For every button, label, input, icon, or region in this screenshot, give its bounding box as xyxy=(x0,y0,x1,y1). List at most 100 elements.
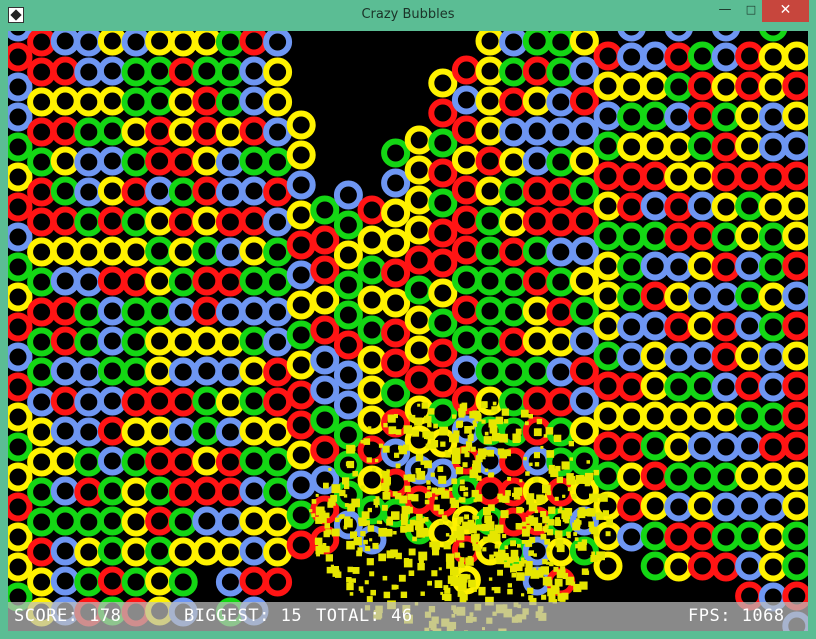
bubble-yellow[interactable] xyxy=(617,462,647,492)
bubble-blue[interactable] xyxy=(74,357,104,387)
bubble-yellow[interactable] xyxy=(664,552,694,582)
bubble-yellow[interactable] xyxy=(428,68,458,98)
bubble-red[interactable] xyxy=(192,296,222,326)
bubble-green[interactable] xyxy=(522,31,552,56)
bubble-green[interactable] xyxy=(711,522,741,552)
bubble-red[interactable] xyxy=(404,245,434,275)
bubble-yellow[interactable] xyxy=(782,491,808,521)
bubble-green[interactable] xyxy=(215,31,245,57)
bubble-green[interactable] xyxy=(569,296,599,326)
bubble-yellow[interactable] xyxy=(735,101,765,131)
bubble-yellow[interactable] xyxy=(50,446,80,476)
bubble-blue[interactable] xyxy=(74,387,104,417)
bubble-green[interactable] xyxy=(8,132,33,162)
bubble-yellow[interactable] xyxy=(97,176,127,206)
bubble-yellow[interactable] xyxy=(593,71,623,101)
bubble-green[interactable] xyxy=(640,101,670,131)
bubble-red[interactable] xyxy=(27,177,57,207)
bubble-red[interactable] xyxy=(263,177,293,207)
bubble-red[interactable] xyxy=(357,195,387,225)
bubble-green[interactable] xyxy=(121,327,151,357)
bubble-yellow[interactable] xyxy=(381,198,411,228)
bubble-blue[interactable] xyxy=(569,116,599,146)
bubble-yellow[interactable] xyxy=(522,326,552,356)
bubble-red[interactable] xyxy=(782,431,808,461)
bubble-blue[interactable] xyxy=(569,56,599,86)
bubble-blue[interactable] xyxy=(546,237,576,267)
bubble-blue[interactable] xyxy=(333,180,363,210)
bubble-green[interactable] xyxy=(145,56,175,86)
bubble-yellow[interactable] xyxy=(404,335,434,365)
bubble-green[interactable] xyxy=(381,138,411,168)
bubble-green[interactable] xyxy=(8,252,33,282)
bubble-blue[interactable] xyxy=(711,492,741,522)
bubble-blue[interactable] xyxy=(263,117,293,147)
bubble-green[interactable] xyxy=(239,326,269,356)
bubble-yellow[interactable] xyxy=(263,57,293,87)
bubble-blue[interactable] xyxy=(640,191,670,221)
bubble-red[interactable] xyxy=(286,380,316,410)
bubble-green[interactable] xyxy=(664,462,694,492)
bubble-yellow[interactable] xyxy=(121,237,151,267)
bubble-yellow[interactable] xyxy=(286,200,316,230)
bubble-red[interactable] xyxy=(711,162,741,192)
bubble-blue[interactable] xyxy=(687,281,717,311)
bubble-red[interactable] xyxy=(310,315,340,345)
bubble-green[interactable] xyxy=(145,536,175,566)
bubble-yellow[interactable] xyxy=(74,537,104,567)
bubble-green[interactable] xyxy=(758,402,788,432)
bubble-green[interactable] xyxy=(121,447,151,477)
bubble-blue[interactable] xyxy=(215,237,245,267)
bubble-green[interactable] xyxy=(74,207,104,237)
bubble-yellow[interactable] xyxy=(8,162,33,192)
bubble-blue[interactable] xyxy=(50,536,80,566)
bubble-red[interactable] xyxy=(782,401,808,431)
bubble-yellow[interactable] xyxy=(286,140,316,170)
bubble-yellow[interactable] xyxy=(192,446,222,476)
bubble-green[interactable] xyxy=(640,521,670,551)
bubble-blue[interactable] xyxy=(74,417,104,447)
bubble-red[interactable] xyxy=(145,386,175,416)
bubble-blue[interactable] xyxy=(50,566,80,596)
bubble-red[interactable] xyxy=(499,87,529,117)
bubble-blue[interactable] xyxy=(97,56,127,86)
bubble-blue[interactable] xyxy=(168,297,198,327)
bubble-green[interactable] xyxy=(145,476,175,506)
bubble-blue[interactable] xyxy=(50,266,80,296)
bubble-green[interactable] xyxy=(215,57,245,87)
bubble-blue[interactable] xyxy=(735,311,765,341)
bubble-yellow[interactable] xyxy=(782,221,808,251)
bubble-blue[interactable] xyxy=(286,470,316,500)
bubble-green[interactable] xyxy=(711,462,741,492)
bubble-green[interactable] xyxy=(27,327,57,357)
bubble-yellow[interactable] xyxy=(735,221,765,251)
bubble-red[interactable] xyxy=(569,356,599,386)
bubble-red[interactable] xyxy=(74,477,104,507)
bubble-yellow[interactable] xyxy=(27,447,57,477)
bubble-blue[interactable] xyxy=(546,87,576,117)
bubble-green[interactable] xyxy=(617,102,647,132)
bubble-green[interactable] xyxy=(333,420,363,450)
bubble-blue[interactable] xyxy=(168,357,198,387)
bubble-blue[interactable] xyxy=(664,31,693,42)
bubble-yellow[interactable] xyxy=(357,345,387,375)
bubble-yellow[interactable] xyxy=(145,266,175,296)
bubble-blue[interactable] xyxy=(74,57,104,87)
bubble-blue[interactable] xyxy=(8,31,32,42)
bubble-yellow[interactable] xyxy=(522,86,552,116)
bubble-yellow[interactable] xyxy=(27,567,57,597)
bubble-yellow[interactable] xyxy=(286,440,316,470)
bubble-yellow[interactable] xyxy=(50,146,80,176)
bubble-red[interactable] xyxy=(758,162,788,192)
bubble-green[interactable] xyxy=(546,267,576,297)
bubble-yellow[interactable] xyxy=(8,552,33,582)
bubble-yellow[interactable] xyxy=(546,327,576,357)
bubble-green[interactable] xyxy=(640,551,670,581)
bubble-green[interactable] xyxy=(286,320,316,350)
bubble-green[interactable] xyxy=(263,477,293,507)
bubble-yellow[interactable] xyxy=(664,432,694,462)
bubble-green[interactable] xyxy=(310,405,340,435)
bubble-red[interactable] xyxy=(168,207,198,237)
bubble-yellow[interactable] xyxy=(475,176,505,206)
bubble-red[interactable] xyxy=(121,387,151,417)
